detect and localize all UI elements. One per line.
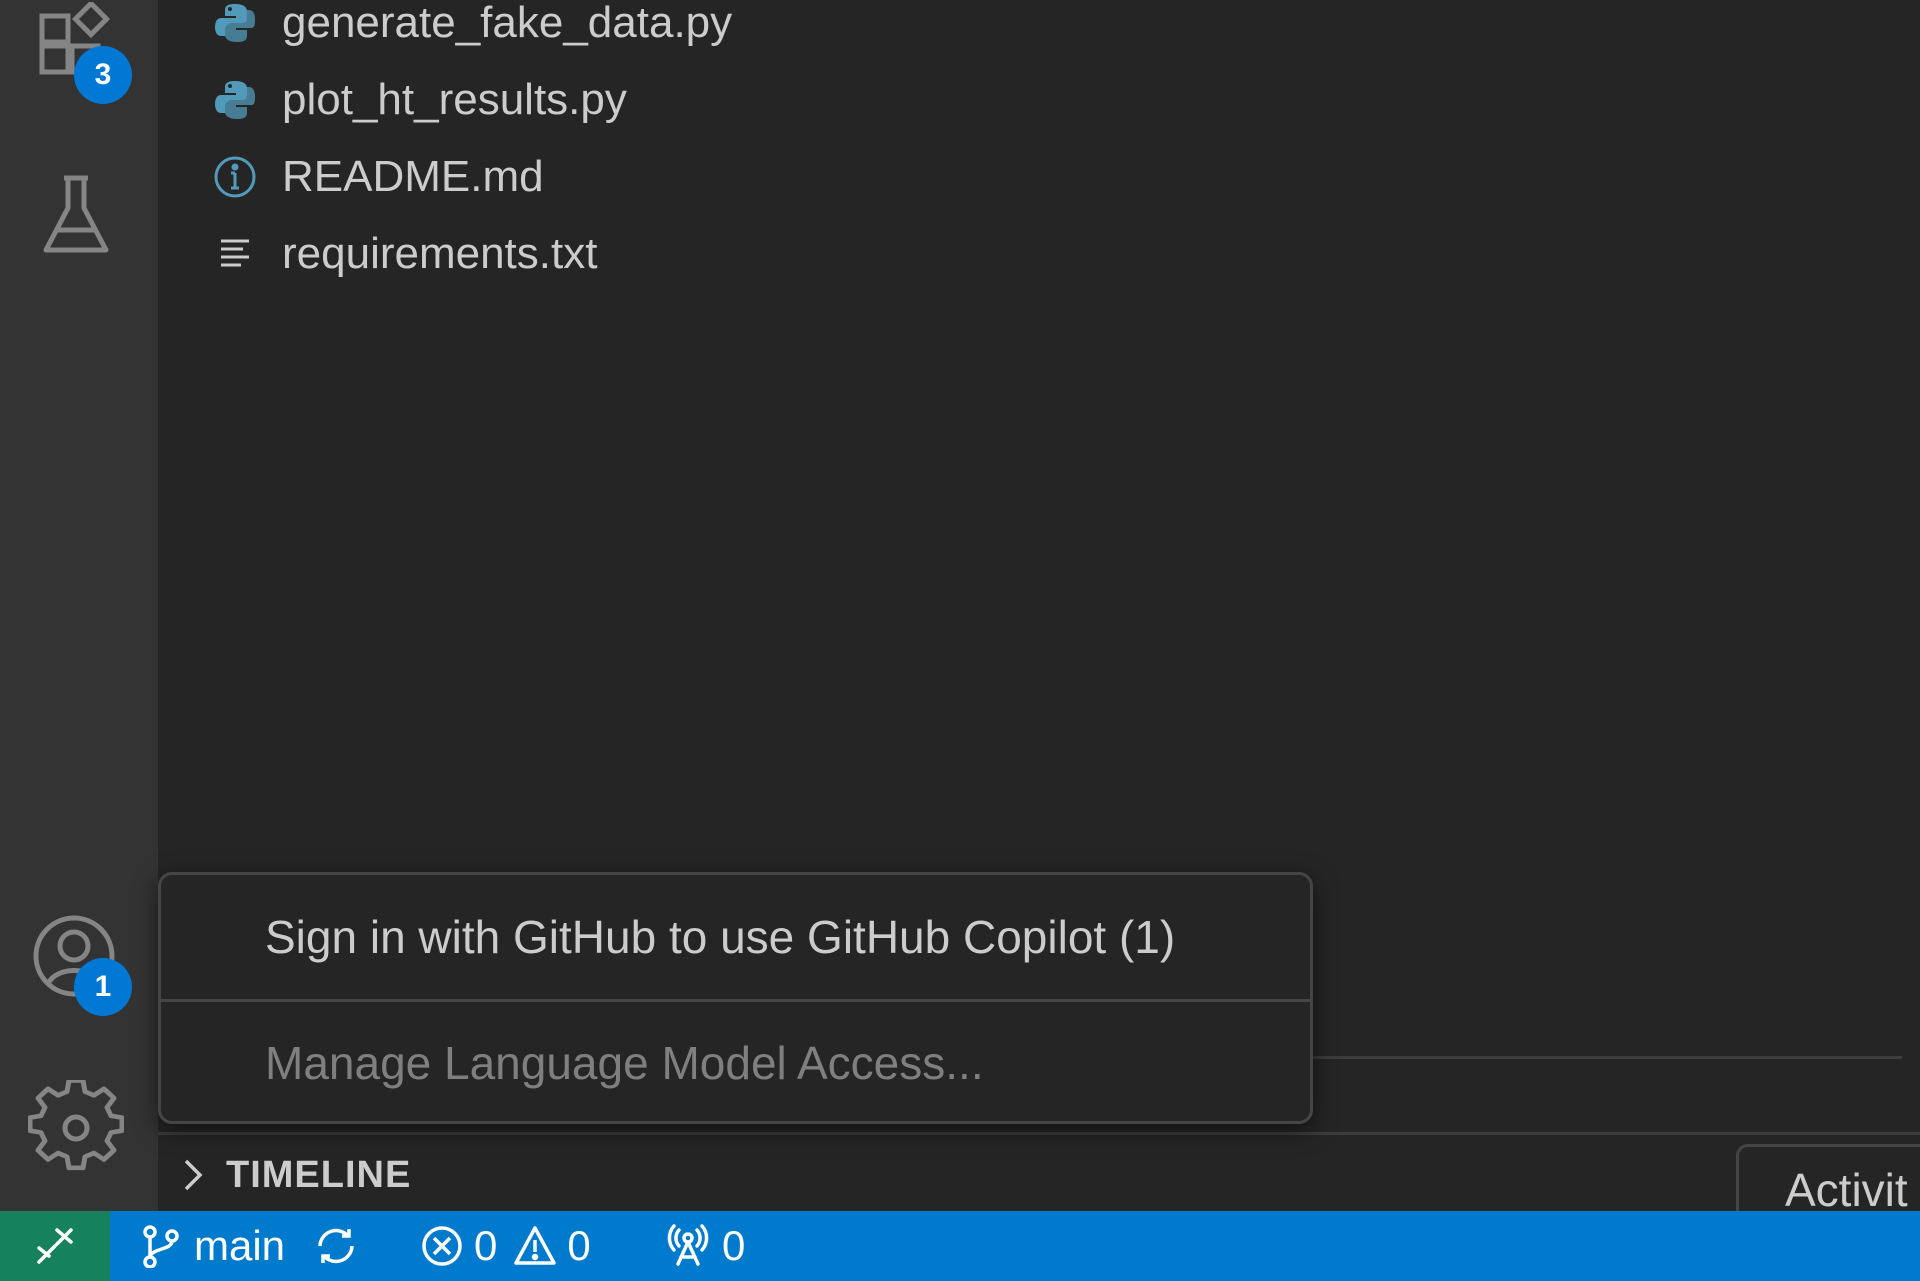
gear-icon[interactable] xyxy=(27,1078,125,1176)
file-item[interactable]: generate_fake_data.py xyxy=(213,0,732,58)
remote-indicator[interactable] xyxy=(0,1211,110,1281)
extensions-badge: 3 xyxy=(74,46,132,104)
ports-count: 0 xyxy=(722,1222,746,1269)
warning-count: 0 xyxy=(567,1222,591,1269)
menu-item-manage-language-model-access: Manage Language Model Access... xyxy=(161,1002,1310,1124)
accounts-icon[interactable]: 1 xyxy=(28,910,132,1016)
timeline-section-header[interactable]: TIMELINE xyxy=(158,1140,411,1210)
remote-icon xyxy=(35,1226,75,1266)
sync-button[interactable] xyxy=(314,1211,358,1281)
status-bar: main 0 0 0 xyxy=(0,1211,1920,1281)
sync-icon xyxy=(314,1224,358,1268)
file-name: plot_ht_results.py xyxy=(282,75,627,124)
extensions-icon[interactable]: 3 xyxy=(28,0,132,104)
file-name: requirements.txt xyxy=(282,229,598,278)
panel-divider xyxy=(1300,1056,1902,1059)
git-branch-icon xyxy=(138,1224,182,1268)
timeline-label: TIMELINE xyxy=(226,1153,412,1196)
file-item[interactable]: plot_ht_results.py xyxy=(213,65,627,135)
file-item[interactable]: README.md xyxy=(213,142,544,212)
problems-indicator[interactable]: 0 0 xyxy=(420,1211,591,1281)
warning-icon xyxy=(513,1224,557,1268)
python-file-icon xyxy=(213,1,257,45)
file-item[interactable]: requirements.txt xyxy=(213,219,597,289)
chevron-right-icon xyxy=(178,1155,206,1195)
ports-indicator[interactable]: 0 xyxy=(666,1211,745,1281)
python-file-icon xyxy=(213,78,257,122)
accounts-context-menu: Sign in with GitHub to use GitHub Copilo… xyxy=(158,872,1313,1124)
branch-indicator[interactable]: main xyxy=(138,1211,285,1281)
broadcast-icon xyxy=(666,1224,710,1268)
error-count: 0 xyxy=(474,1222,498,1269)
panel-divider xyxy=(158,1132,1920,1135)
menu-item-label: Manage Language Model Access... xyxy=(265,1037,984,1089)
accounts-badge: 1 xyxy=(74,958,132,1016)
error-icon xyxy=(420,1224,464,1268)
text-file-icon xyxy=(213,232,257,276)
menu-item-label: Sign in with GitHub to use GitHub Copilo… xyxy=(265,911,1176,963)
file-name: generate_fake_data.py xyxy=(282,0,733,47)
activity-bar: 3 1 xyxy=(0,0,158,1211)
branch-name: main xyxy=(194,1222,286,1269)
info-file-icon xyxy=(213,155,257,199)
menu-item-sign-in-github[interactable]: Sign in with GitHub to use GitHub Copilo… xyxy=(161,875,1310,999)
testing-flask-icon[interactable] xyxy=(28,168,124,264)
tooltip-text: Activit xyxy=(1785,1164,1908,1216)
file-name: README.md xyxy=(282,152,544,201)
